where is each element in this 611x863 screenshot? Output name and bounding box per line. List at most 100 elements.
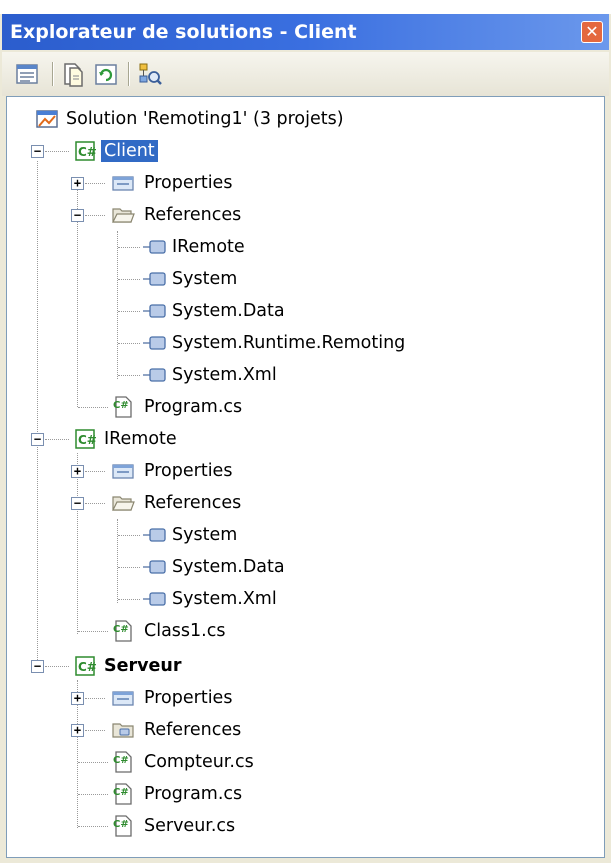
reference-item[interactable]: System.Runtime.Remoting (7, 327, 507, 359)
references-node[interactable]: − References (7, 199, 307, 231)
toolbar-separator (52, 62, 53, 86)
project-label: Serveur (104, 656, 182, 676)
tree-line (85, 183, 105, 184)
project-node-client[interactable]: − C# Client (7, 135, 307, 167)
tree-line (78, 826, 108, 827)
toolbar (2, 52, 609, 96)
expand-toggle[interactable]: + (71, 724, 84, 737)
reference-item[interactable]: System.Data (7, 551, 507, 583)
reference-icon (143, 336, 166, 350)
reference-item[interactable]: System.Xml (7, 583, 507, 615)
properties-folder-icon (112, 464, 134, 479)
properties-node[interactable]: + Properties (7, 455, 307, 487)
svg-text:C#: C# (113, 755, 129, 766)
svg-text:C#: C# (113, 819, 129, 830)
tree-line (118, 279, 140, 280)
reference-item[interactable]: System.Data (7, 295, 507, 327)
project-label: IRemote (104, 429, 177, 449)
closed-folder-icon (112, 723, 134, 738)
tree-line (85, 730, 105, 731)
reference-item[interactable]: System (7, 263, 507, 295)
properties-button[interactable] (14, 60, 42, 88)
tree-line (85, 698, 105, 699)
collapse-toggle[interactable]: − (31, 145, 44, 158)
svg-text:C#: C# (113, 624, 129, 635)
tree-line (118, 599, 140, 600)
show-all-files-icon (64, 63, 83, 87)
tree-line (85, 471, 105, 472)
open-folder-icon (112, 208, 135, 223)
solution-explorer-panel: Explorateur de solutions - Client ✕ Solu… (0, 0, 611, 863)
reference-item[interactable]: IRemote (7, 231, 507, 263)
file-label: Program.cs (144, 397, 243, 417)
tree-line (118, 247, 140, 248)
collapse-toggle[interactable]: − (31, 433, 44, 446)
properties-folder-icon (112, 691, 134, 706)
reference-label: System (172, 269, 238, 289)
reference-item[interactable]: System.Xml (7, 359, 507, 391)
class-view-button[interactable] (136, 60, 164, 88)
project-node-serveur[interactable]: − C# Serveur (7, 650, 307, 682)
svg-text:C#: C# (78, 145, 97, 159)
tree-line (78, 762, 108, 763)
svg-text:C#: C# (78, 433, 97, 447)
reference-label: System (172, 525, 238, 545)
expand-toggle[interactable]: + (71, 465, 84, 478)
tree-line (45, 151, 69, 152)
csharp-file-icon: C# (113, 815, 132, 837)
csharp-project-icon: C# (75, 656, 97, 676)
show-all-files-button[interactable] (60, 60, 88, 88)
reference-icon (143, 560, 166, 574)
reference-label: System.Data (172, 557, 285, 577)
properties-folder-icon (112, 176, 134, 191)
svg-text:C#: C# (113, 400, 129, 411)
project-label: Client (101, 140, 158, 162)
csharp-file-icon: C# (113, 783, 132, 805)
expand-toggle[interactable]: + (71, 692, 84, 705)
file-label: Compteur.cs (144, 752, 254, 772)
file-label: Serveur.cs (144, 816, 236, 836)
project-node-iremote[interactable]: − C# IRemote (7, 423, 307, 455)
tree-line (85, 503, 105, 504)
references-node[interactable]: + References (7, 714, 307, 746)
expand-toggle[interactable]: + (71, 177, 84, 190)
refresh-button[interactable] (92, 60, 120, 88)
open-folder-icon (112, 496, 135, 511)
reference-label: System.Xml (172, 365, 277, 385)
toolbar-separator (128, 62, 129, 86)
solution-label: Solution 'Remoting1' (3 projets) (66, 109, 344, 129)
csharp-project-icon: C# (75, 141, 97, 161)
refresh-icon (95, 64, 117, 85)
solution-node[interactable]: Solution 'Remoting1' (3 projets) (7, 103, 407, 135)
file-node[interactable]: C# Serveur.cs (7, 810, 407, 842)
properties-node[interactable]: + Properties (7, 682, 307, 714)
reference-item[interactable]: System (7, 519, 507, 551)
tree-line (118, 567, 140, 568)
tree-line (45, 666, 69, 667)
window-title: Explorateur de solutions - Client (10, 21, 357, 43)
tree-line (78, 407, 108, 408)
collapse-toggle[interactable]: − (71, 497, 84, 510)
tree-line (118, 343, 140, 344)
top-strip (0, 0, 611, 14)
file-node[interactable]: C# Program.cs (7, 778, 407, 810)
reference-icon (143, 368, 166, 382)
title-bar[interactable]: Explorateur de solutions - Client ✕ (2, 14, 609, 50)
solution-tree[interactable]: Solution 'Remoting1' (3 projets) − C# Cl… (6, 96, 605, 858)
references-node[interactable]: − References (7, 487, 307, 519)
close-button[interactable]: ✕ (581, 21, 603, 43)
file-node[interactable]: C# Class1.cs (7, 615, 407, 647)
tree-line (78, 631, 108, 632)
references-label: References (144, 720, 242, 740)
file-node[interactable]: C# Program.cs (7, 391, 407, 423)
file-node[interactable]: C# Compteur.cs (7, 746, 407, 778)
reference-icon (143, 528, 166, 542)
reference-label: IRemote (172, 237, 245, 257)
properties-node[interactable]: + Properties (7, 167, 307, 199)
tree-line (45, 439, 69, 440)
collapse-toggle[interactable]: − (71, 209, 84, 222)
collapse-toggle[interactable]: − (31, 660, 44, 673)
properties-label: Properties (144, 461, 233, 481)
svg-text:C#: C# (78, 660, 97, 674)
file-label: Class1.cs (144, 621, 226, 641)
